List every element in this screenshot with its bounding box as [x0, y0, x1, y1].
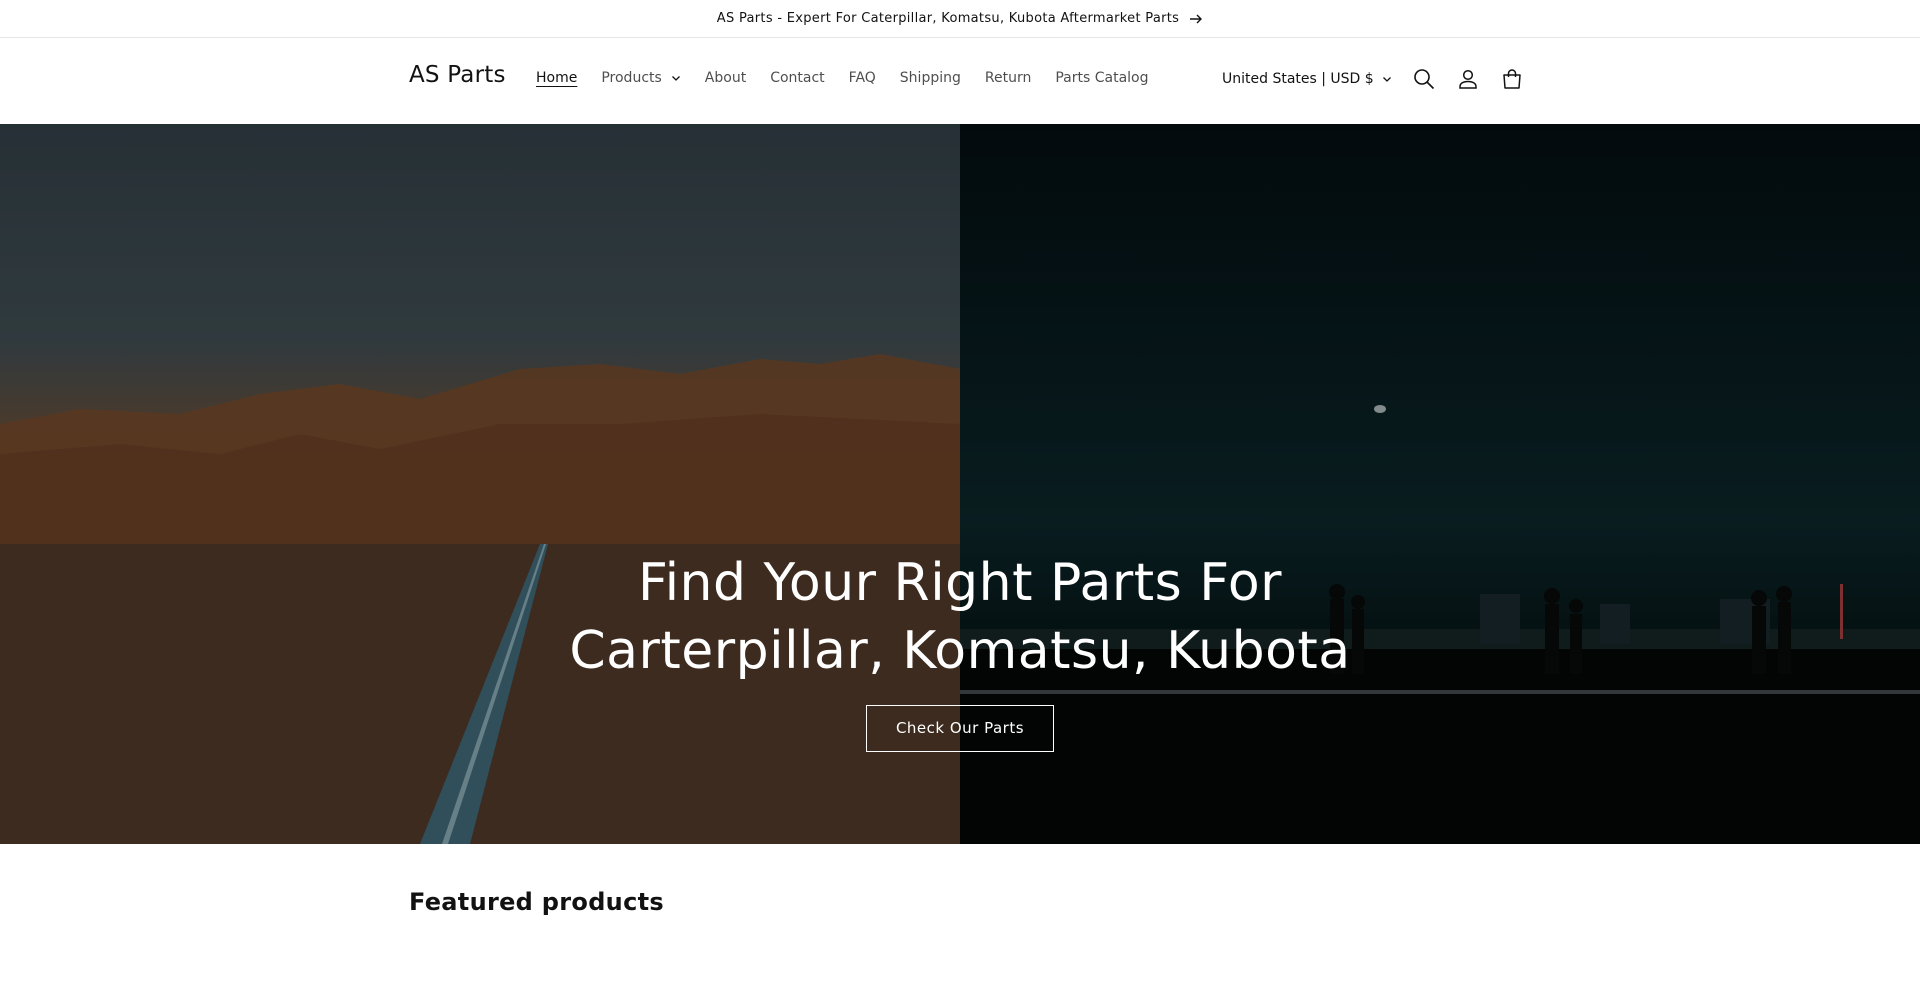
- site-header: AS Parts Home Products About Contact FAQ…: [0, 38, 1920, 123]
- nav-item-about[interactable]: About: [693, 70, 758, 86]
- search-icon: [1413, 69, 1434, 90]
- hero-content: Find Your Right Parts For Carterpillar, …: [0, 549, 1920, 752]
- nav-item-faq[interactable]: FAQ: [837, 70, 888, 86]
- country-selector-label: United States | USD $: [1222, 71, 1374, 87]
- search-button[interactable]: [1402, 57, 1446, 101]
- main-nav: Home Products About Contact FAQ Shipping…: [524, 70, 1161, 86]
- nav-item-return[interactable]: Return: [973, 70, 1043, 86]
- site-logo[interactable]: AS Parts: [409, 62, 506, 88]
- cart-button[interactable]: [1490, 57, 1534, 101]
- arrow-right-icon: [1190, 14, 1203, 23]
- announcement-text[interactable]: AS Parts - Expert For Caterpillar, Komat…: [717, 11, 1179, 26]
- nav-item-parts-catalog[interactable]: Parts Catalog: [1043, 70, 1160, 86]
- country-selector[interactable]: United States | USD $: [1222, 71, 1402, 87]
- header-actions: United States | USD $: [1222, 60, 1534, 98]
- nav-item-home[interactable]: Home: [524, 70, 589, 86]
- nav-item-contact[interactable]: Contact: [758, 70, 836, 86]
- hero-banner: Find Your Right Parts For Carterpillar, …: [0, 124, 1920, 844]
- announcement-bar[interactable]: AS Parts - Expert For Caterpillar, Komat…: [0, 0, 1920, 38]
- cart-icon: [1502, 69, 1521, 89]
- chevron-down-icon: [671, 76, 680, 81]
- nav-item-products-label: Products: [601, 70, 662, 86]
- hero-title: Find Your Right Parts For Carterpillar, …: [569, 553, 1351, 681]
- chevron-down-icon: [1382, 77, 1391, 82]
- account-button[interactable]: [1446, 57, 1490, 101]
- nav-item-products[interactable]: Products: [589, 70, 692, 86]
- nav-item-shipping[interactable]: Shipping: [888, 70, 973, 86]
- account-icon: [1458, 69, 1477, 89]
- featured-products-heading: Featured products: [409, 888, 664, 916]
- check-our-parts-button[interactable]: Check Our Parts: [865, 705, 1055, 752]
